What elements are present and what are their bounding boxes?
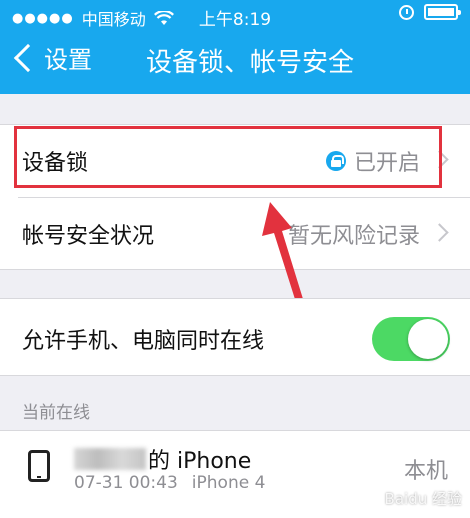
device-tag: 本机 xyxy=(403,459,448,484)
device-model: iPhone 4 xyxy=(191,473,266,493)
toggle-knob xyxy=(408,319,448,359)
device-date: 07-31 00:43 xyxy=(74,473,178,493)
online-setting-label: 允许手机、电脑同时在线 xyxy=(22,329,265,354)
watermark: Baidu 经验 xyxy=(384,490,462,508)
device-meta: 07-31 00:43 iPhone 4 xyxy=(74,473,265,493)
online-toggle[interactable] xyxy=(372,317,450,361)
phone-icon xyxy=(28,450,50,482)
online-setting-group: 允许手机、电脑同时在线 xyxy=(0,298,470,376)
current-online-header: 当前在线 xyxy=(22,403,90,423)
blurred-name xyxy=(74,448,146,470)
device-name-suffix: 的 iPhone xyxy=(148,449,252,474)
device-name: 的 iPhone xyxy=(74,443,251,475)
